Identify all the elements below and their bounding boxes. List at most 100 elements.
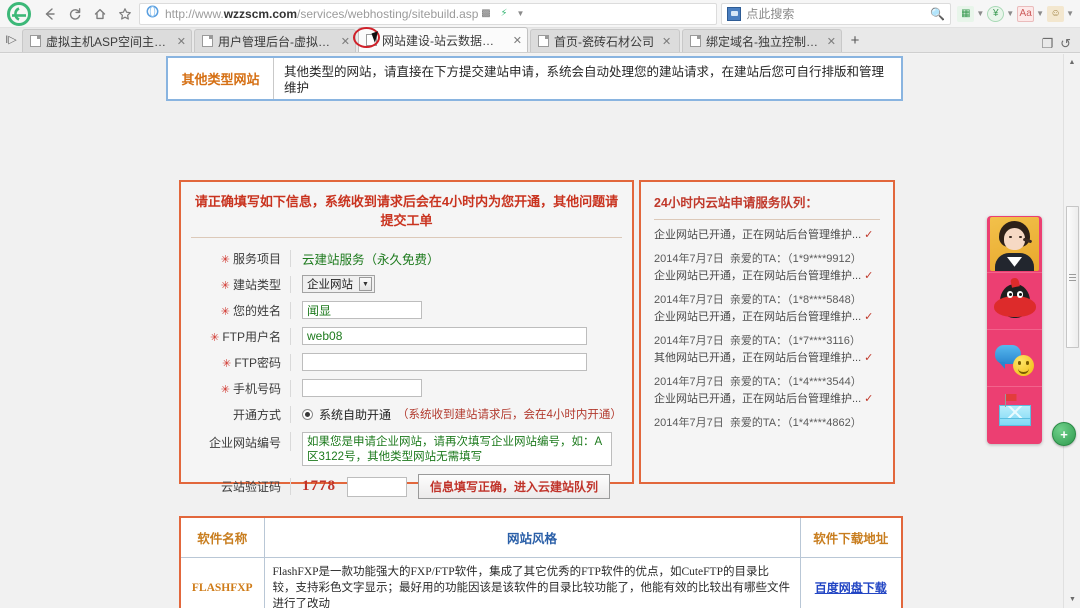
queue-date-user: 2014年7月7日 亲爱的TA：（1*4****4862） bbox=[654, 417, 862, 429]
form-row-service: ✳ 服务项目 云建站服务（永久免费） bbox=[181, 245, 632, 271]
chevron-down-icon[interactable]: ▼ bbox=[1004, 9, 1016, 18]
extension-wallet[interactable]: ¥ ▼ bbox=[987, 5, 1016, 22]
ftp-username-input[interactable] bbox=[302, 327, 587, 345]
search-box[interactable]: 点此搜索 🔍 bbox=[721, 2, 952, 25]
tab-strip: I▷ 虚拟主机ASP空间主页空间论… ✕ 用户管理后台-虚拟主机管理 ✕ 网站建… bbox=[0, 27, 1080, 53]
email-item[interactable] bbox=[987, 387, 1042, 444]
sitetype-select-value: 企业网站 bbox=[307, 279, 353, 291]
page-content: 其他类型网站 其他类型的网站，请直接在下方提交建站申请，系统会自动处理您的建站请… bbox=[0, 54, 1063, 608]
extension-translate[interactable]: Aa ▼ bbox=[1017, 5, 1046, 22]
tab-0[interactable]: 虚拟主机ASP空间主页空间论… ✕ bbox=[22, 29, 192, 52]
search-icon[interactable]: 🔍 bbox=[930, 7, 945, 21]
translate-icon[interactable]: Aa bbox=[1017, 5, 1035, 22]
tab-2-active[interactable]: 网站建设-站云数据网站建设… ✕ bbox=[353, 27, 528, 52]
table-row: FLASHFXP FlashFXP是一款功能强大的FXP/FTP软件，集成了其它… bbox=[179, 557, 903, 608]
tab-close-icon[interactable]: ✕ bbox=[177, 35, 186, 48]
queue-status: 企业网站已开通，正在网站后台管理维护... ✓ bbox=[654, 393, 874, 405]
tab-3[interactable]: 首页-瓷砖石材公司 ✕ bbox=[530, 29, 680, 52]
address-bar[interactable]: http://www.wzzscm.com/services/webhostin… bbox=[139, 2, 718, 25]
site-number-textarea[interactable]: 如果您是申请企业网站，请再次填写企业网站编号，如：A区3122号，其他类型网站无… bbox=[302, 432, 612, 466]
tab-title: 虚拟主机ASP空间主页空间论… bbox=[46, 34, 169, 49]
name-input[interactable] bbox=[302, 301, 422, 319]
tab-favicon-icon bbox=[690, 35, 701, 47]
form-title: 请正确填写如下信息，系统收到请求后会在4小时内为您开通，其他问题请提交工单 bbox=[191, 182, 622, 238]
col-header-download: 软件下载地址 bbox=[799, 516, 903, 558]
check-icon: ✓ bbox=[864, 229, 874, 241]
tab-close-icon[interactable]: ✕ bbox=[827, 35, 836, 48]
site-build-form: 请正确填写如下信息，系统收到请求后会在4小时内为您开通，其他问题请提交工单 ✳ 服… bbox=[179, 180, 634, 499]
restore-window-icon[interactable]: ❐ bbox=[1041, 36, 1053, 52]
qq-consult-item[interactable] bbox=[987, 273, 1042, 330]
banner-label: 其他类型网站 bbox=[168, 58, 274, 99]
tab-list-icon[interactable]: I▷ bbox=[0, 27, 22, 52]
tab-1[interactable]: 用户管理后台-虚拟主机管理 ✕ bbox=[194, 29, 356, 52]
grid-icon[interactable]: ▩ bbox=[478, 6, 493, 21]
queue-date-user: 2014年7月7日 亲爱的TA：（1*4****3544） bbox=[654, 376, 862, 388]
service-agent-item[interactable] bbox=[987, 216, 1042, 273]
software-table: 软件名称 网站风格 软件下载地址 FLASHFXP FlashFXP是一款功能强… bbox=[179, 516, 903, 608]
form-row-sitetype: ✳ 建站类型 企业网站 ▼ bbox=[181, 271, 632, 297]
captcha-input[interactable] bbox=[347, 476, 407, 497]
queue-title: 24小时内云站申请服务队列： bbox=[654, 182, 880, 220]
browser-logo-icon bbox=[4, 1, 34, 27]
new-tab-button[interactable]: + bbox=[844, 29, 866, 52]
check-icon: ✓ bbox=[864, 393, 874, 405]
activation-radio-label: 系统自助开通 bbox=[319, 407, 392, 422]
extension-user[interactable]: ☺ ▼ bbox=[1047, 5, 1076, 22]
form-label-captcha: 云站验证码 bbox=[195, 478, 291, 495]
queue-status: 其他网站已开通，正在网站后台管理维护... ✓ bbox=[654, 352, 874, 364]
chevron-down-icon[interactable]: ▼ bbox=[359, 277, 372, 291]
submit-button[interactable]: 信息填写正确，进入云建站队列 bbox=[418, 474, 611, 499]
home-icon[interactable] bbox=[88, 2, 112, 26]
chevron-down-icon[interactable]: ▼ bbox=[514, 9, 526, 18]
queue-status: 企业网站已开通，正在网站后台管理维护... ✓ bbox=[654, 229, 874, 241]
col-header-name: 软件名称 bbox=[179, 516, 265, 558]
search-engine-icon[interactable] bbox=[727, 6, 742, 21]
required-marker: ✳ bbox=[222, 357, 232, 370]
apps-icon[interactable]: ▦ bbox=[957, 5, 975, 22]
bookmark-star-icon[interactable] bbox=[113, 2, 137, 26]
form-label-sitetype: ✳ 建站类型 bbox=[195, 275, 291, 293]
table-header-row: 软件名称 网站风格 软件下载地址 bbox=[179, 516, 903, 558]
queue-item: 2014年7月7日 亲爱的TA：（1*4****3544） 企业网站已开通，正在… bbox=[654, 367, 880, 408]
back-icon[interactable] bbox=[38, 2, 62, 26]
user-icon[interactable]: ☺ bbox=[1047, 5, 1065, 22]
online-chat-item[interactable] bbox=[987, 330, 1042, 387]
form-row-activation: 开通方式 系统自助开通 （系统收到建站请求后，会在4小时内开通） bbox=[181, 401, 632, 427]
add-fab-button[interactable]: + bbox=[1052, 422, 1076, 446]
software-name: FLASHFXP bbox=[179, 557, 265, 608]
form-label-phone: ✳ 手机号码 bbox=[195, 379, 291, 397]
smiley-icon bbox=[1013, 354, 1034, 376]
col-header-style: 网站风格 bbox=[263, 516, 801, 558]
chevron-down-icon[interactable]: ▼ bbox=[1064, 9, 1076, 18]
url-bar-icons: ▩ ⚡ ▼ bbox=[478, 6, 529, 21]
wallet-icon[interactable]: ¥ bbox=[987, 5, 1005, 22]
tab-close-icon[interactable]: ✕ bbox=[341, 35, 350, 48]
chevron-down-icon[interactable]: ▼ bbox=[1034, 9, 1046, 18]
ftp-password-input[interactable] bbox=[302, 353, 587, 371]
scrollbar-thumb[interactable] bbox=[1066, 206, 1079, 348]
software-desc: FlashFXP是一款功能强大的FXP/FTP软件，集成了其它优秀的FTP软件的… bbox=[263, 557, 801, 608]
nav-buttons bbox=[34, 2, 137, 26]
reload-icon[interactable] bbox=[63, 2, 87, 26]
chevron-down-icon[interactable]: ▼ bbox=[974, 9, 986, 18]
page-scrollbar[interactable]: ▲ ▼ bbox=[1063, 54, 1080, 608]
lightning-icon[interactable]: ⚡ bbox=[496, 6, 511, 21]
scroll-up-icon[interactable]: ▲ bbox=[1064, 54, 1080, 71]
phone-input[interactable] bbox=[302, 379, 422, 397]
queue-item: 2014年7月7日 亲爱的TA：（1*4****4862） bbox=[654, 408, 880, 432]
search-input[interactable]: 点此搜索 bbox=[746, 5, 930, 22]
sitetype-select[interactable]: 企业网站 ▼ bbox=[302, 275, 375, 293]
activation-radio[interactable] bbox=[302, 408, 313, 420]
email-icon bbox=[998, 394, 1031, 426]
required-marker: ✳ bbox=[220, 253, 230, 266]
form-label-name: ✳ 您的姓名 bbox=[195, 301, 291, 319]
tab-4[interactable]: 绑定域名-独立控制面板 ✕ bbox=[682, 29, 842, 52]
undo-icon[interactable]: ↺ bbox=[1060, 36, 1071, 52]
download-link[interactable]: 百度网盘下载 bbox=[815, 581, 887, 595]
extension-apps[interactable]: ▦ ▼ bbox=[957, 5, 986, 22]
tab-close-icon[interactable]: ✕ bbox=[513, 34, 522, 47]
tab-close-icon[interactable]: ✕ bbox=[662, 35, 671, 48]
scroll-down-icon[interactable]: ▼ bbox=[1064, 591, 1080, 608]
queue-item: 2014年7月7日 亲爱的TA：（1*7****3116） 其他网站已开通，正在… bbox=[654, 326, 880, 367]
